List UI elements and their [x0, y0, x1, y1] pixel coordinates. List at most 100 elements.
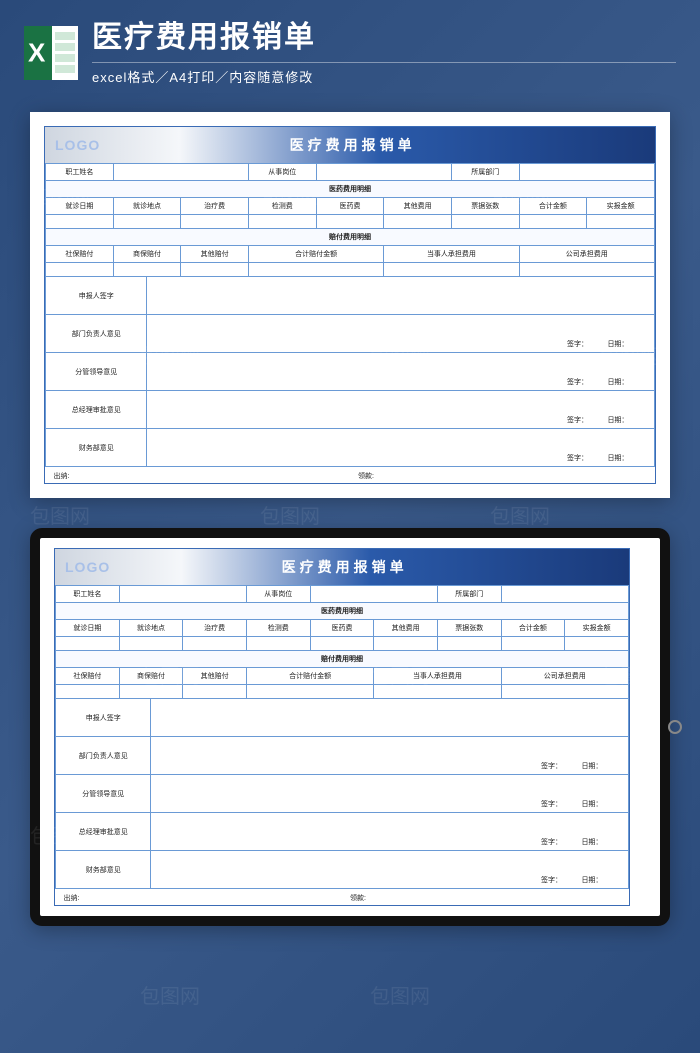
tablet-home-button — [668, 720, 682, 734]
cell — [113, 263, 181, 277]
col-actual: 实报金额 — [565, 620, 629, 637]
cell — [181, 263, 249, 277]
cell — [183, 685, 247, 699]
col-medicine: 医药费 — [316, 198, 384, 215]
date-label: 日期： — [581, 839, 602, 846]
label-branch: 分管领导意见 — [46, 353, 147, 391]
value-department — [519, 164, 654, 181]
cell — [119, 637, 183, 651]
cell — [246, 637, 310, 651]
col-company: 公司承担费用 — [501, 668, 628, 685]
value-employee-name — [113, 164, 248, 181]
label-gm: 总经理审批意见 — [46, 391, 147, 429]
col-receipts: 票据张数 — [437, 620, 501, 637]
watermark: 包图网 — [260, 500, 320, 529]
area-dept-head: 签字： 日期： — [147, 315, 655, 353]
area-applicant-sign — [147, 277, 655, 315]
watermark: 包图网 — [490, 500, 550, 529]
date-label: 日期： — [607, 341, 628, 348]
cell — [501, 637, 565, 651]
area-gm: 签字： 日期： — [151, 813, 629, 851]
sign-label: 签字： — [567, 417, 588, 424]
label-cashier: 出纳: — [56, 889, 342, 906]
sign-label: 签字： — [541, 877, 562, 884]
label-branch: 分管领导意见 — [56, 775, 151, 813]
col-person: 当事人承担费用 — [374, 668, 501, 685]
cell — [248, 263, 383, 277]
col-commercial: 商保赔付 — [113, 246, 181, 263]
col-test: 检测费 — [246, 620, 310, 637]
reimbursement-form-2: LOGO 医疗费用报销单 职工姓名 从事岗位 所属部门 医药费用明细 就诊日期 … — [54, 548, 630, 906]
col-other: 其他费用 — [384, 198, 452, 215]
col-person: 当事人承担费用 — [384, 246, 519, 263]
cell — [374, 685, 501, 699]
cell — [565, 637, 629, 651]
area-finance: 签字： 日期： — [151, 851, 629, 889]
date-label: 日期： — [581, 877, 602, 884]
col-test: 检测费 — [248, 198, 316, 215]
watermark: 包图网 — [370, 980, 430, 1009]
cell — [248, 215, 316, 229]
date-label: 日期： — [607, 379, 628, 386]
label-department: 所属部门 — [437, 586, 501, 603]
date-label: 日期： — [607, 455, 628, 462]
col-other-pay: 其他赔付 — [181, 246, 249, 263]
col-treatment: 治疗费 — [181, 198, 249, 215]
value-position — [310, 586, 437, 603]
area-gm: 签字： 日期： — [147, 391, 655, 429]
form-title: 医疗费用报销单 — [70, 557, 619, 577]
reimbursement-form: LOGO 医疗费用报销单 职工姓名 从事岗位 所属部门 医药费用明细 就诊日期 … — [44, 126, 656, 484]
col-medicine: 医药费 — [310, 620, 374, 637]
cell — [316, 215, 384, 229]
cell — [119, 685, 183, 699]
section-payment-detail: 赔付费用明细 — [56, 651, 629, 668]
col-treatment: 治疗费 — [183, 620, 247, 637]
area-branch: 签字： 日期： — [151, 775, 629, 813]
value-department — [501, 586, 628, 603]
cell — [46, 215, 114, 229]
col-social: 社保赔付 — [46, 246, 114, 263]
label-employee-name: 职工姓名 — [56, 586, 120, 603]
label-applicant-sign: 申报人签字 — [56, 699, 151, 737]
label-applicant-sign: 申报人签字 — [46, 277, 147, 315]
preview-sheet-1: LOGO 医疗费用报销单 职工姓名 从事岗位 所属部门 医药费用明细 就诊日期 … — [30, 112, 670, 498]
date-label: 日期： — [581, 763, 602, 770]
col-total: 合计金额 — [501, 620, 565, 637]
preview-tablet: LOGO 医疗费用报销单 职工姓名 从事岗位 所属部门 医药费用明细 就诊日期 … — [30, 528, 670, 926]
label-receiver: 领款: — [350, 467, 655, 484]
page-header: X 医疗费用报销单 excel格式／A4打印／内容随意修改 — [0, 0, 700, 96]
excel-x-glyph: X — [28, 38, 45, 69]
col-commercial: 商保赔付 — [119, 668, 183, 685]
col-total-pay: 合计赔付金额 — [248, 246, 383, 263]
cell — [56, 637, 120, 651]
col-receipts: 票据张数 — [451, 198, 519, 215]
area-finance: 签字： 日期： — [147, 429, 655, 467]
cell — [181, 215, 249, 229]
label-cashier: 出纳: — [46, 467, 350, 484]
cell — [384, 215, 452, 229]
sign-label: 签字： — [567, 455, 588, 462]
label-position: 从事岗位 — [248, 164, 316, 181]
label-position: 从事岗位 — [246, 586, 310, 603]
page-subtitle: excel格式／A4打印／内容随意修改 — [92, 62, 676, 86]
label-receiver: 领款: — [342, 889, 629, 906]
cell — [183, 637, 247, 651]
form-table: 职工姓名 从事岗位 所属部门 医药费用明细 就诊日期 就诊地点 治疗费 检测费 … — [55, 585, 629, 905]
date-label: 日期： — [581, 801, 602, 808]
cell — [437, 637, 501, 651]
label-finance: 财务部意见 — [46, 429, 147, 467]
sign-label: 签字： — [541, 839, 562, 846]
cell — [56, 685, 120, 699]
cell — [46, 263, 114, 277]
sign-label: 签字： — [567, 379, 588, 386]
cell — [246, 685, 373, 699]
section-medical-detail: 医药费用明细 — [46, 181, 655, 198]
label-gm: 总经理审批意见 — [56, 813, 151, 851]
col-place: 就诊地点 — [113, 198, 181, 215]
col-place: 就诊地点 — [119, 620, 183, 637]
cell — [113, 215, 181, 229]
value-employee-name — [119, 586, 246, 603]
area-branch: 签字： 日期： — [147, 353, 655, 391]
cell — [374, 637, 438, 651]
form-banner: LOGO 医疗费用报销单 — [55, 549, 629, 585]
